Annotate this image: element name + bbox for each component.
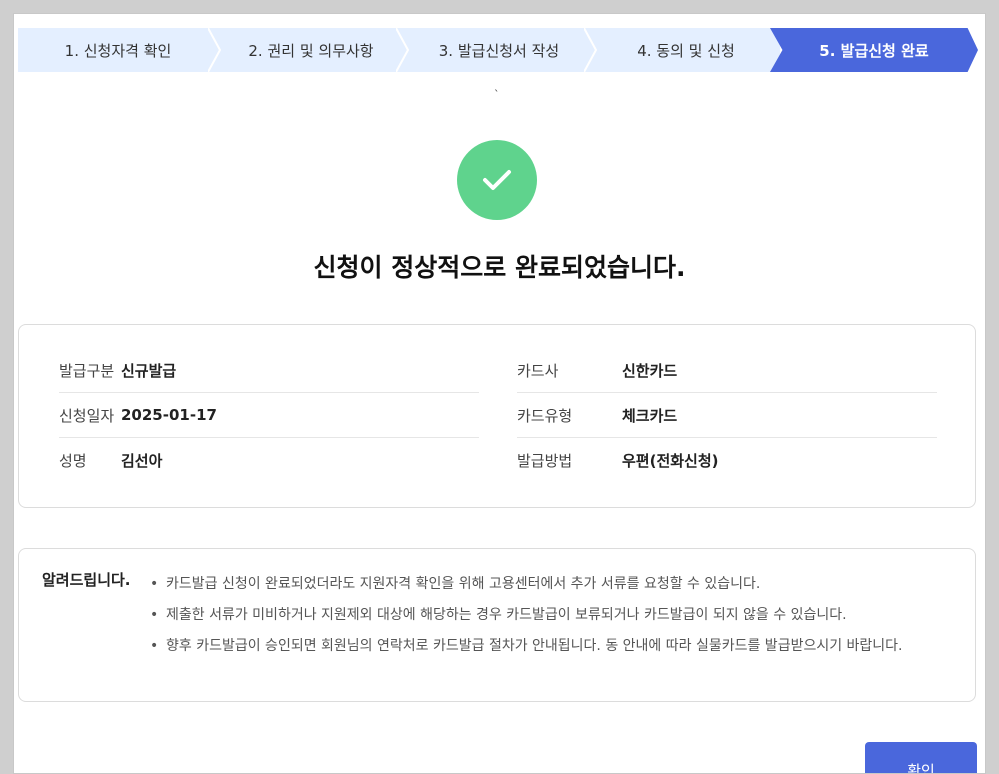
notice-item: 제출한 서류가 미비하거나 지원제외 대상에 해당하는 경우 카드발급이 보류되… [150, 600, 950, 631]
notice-list: 카드발급 신청이 완료되었더라도 지원자격 확인을 위해 고용센터에서 추가 서… [150, 569, 950, 662]
info-row-card-type: 카드유형 체크카드 [517, 393, 937, 438]
step-divider [584, 28, 598, 72]
info-row-apply-date: 신청일자 2025-01-17 [59, 393, 479, 438]
info-label: 카드유형 [517, 406, 573, 425]
notice-item: 카드발급 신청이 완료되었더라도 지원자격 확인을 위해 고용센터에서 추가 서… [150, 569, 950, 600]
info-value: 우편(전화신청) [622, 452, 719, 470]
info-label: 카드사 [517, 361, 559, 380]
info-label: 발급방법 [517, 452, 573, 470]
info-row-issue-method: 발급방법 우편(전화신청) [517, 438, 937, 483]
step-2: 2. 권리 및 의무사항 [208, 28, 406, 72]
notice-item: 향후 카드발급이 승인되면 회원님의 연락처로 카드발급 절차가 안내됩니다. … [150, 631, 950, 662]
info-value: 2025-01-17 [121, 406, 217, 424]
notice-title: 알려드립니다. [42, 571, 131, 589]
success-check-icon [457, 140, 537, 220]
application-summary-card: 발급구분 신규발급 신청일자 2025-01-17 성명 김선아 카드사 신한카… [18, 324, 976, 508]
step-4: 4. 동의 및 신청 [584, 28, 780, 72]
step-3: 3. 발급신청서 작성 [396, 28, 594, 72]
info-value: 신한카드 [622, 361, 678, 380]
info-value: 김선아 [121, 452, 163, 470]
info-row-card-company: 카드사 신한카드 [517, 348, 937, 393]
info-value: 신규발급 [121, 361, 177, 380]
step-divider [208, 28, 222, 72]
info-value: 체크카드 [622, 406, 678, 425]
dialog-frame: 1. 신청자격 확인 2. 권리 및 의무사항 3. 발급신청서 작성 4. 동… [13, 13, 986, 774]
step-4-label: 4. 동의 및 신청 [637, 41, 735, 60]
info-label: 성명 [59, 452, 87, 470]
confirm-button[interactable]: 확인 [865, 742, 977, 773]
step-2-label: 2. 권리 및 의무사항 [248, 41, 374, 60]
completion-headline: 신청이 정상적으로 완료되었습니다. [313, 253, 686, 282]
step-5-label: 5. 발급신청 완료 [819, 41, 929, 60]
stray-mark: ` [494, 88, 500, 101]
notice-box: 알려드립니다. 카드발급 신청이 완료되었더라도 지원자격 확인을 위해 고용센… [18, 548, 976, 702]
info-row-issue-type: 발급구분 신규발급 [59, 348, 479, 393]
info-row-name: 성명 김선아 [59, 438, 479, 483]
step-divider [396, 28, 410, 72]
step-1: 1. 신청자격 확인 [18, 28, 218, 72]
info-label: 발급구분 [59, 361, 115, 380]
check-icon [483, 170, 511, 190]
step-progress: 1. 신청자격 확인 2. 권리 및 의무사항 3. 발급신청서 작성 4. 동… [18, 28, 978, 72]
info-label: 신청일자 [59, 406, 115, 425]
step-1-label: 1. 신청자격 확인 [64, 41, 172, 60]
step-3-label: 3. 발급신청서 작성 [438, 41, 560, 60]
step-5-current: 5. 발급신청 완료 [770, 28, 978, 72]
